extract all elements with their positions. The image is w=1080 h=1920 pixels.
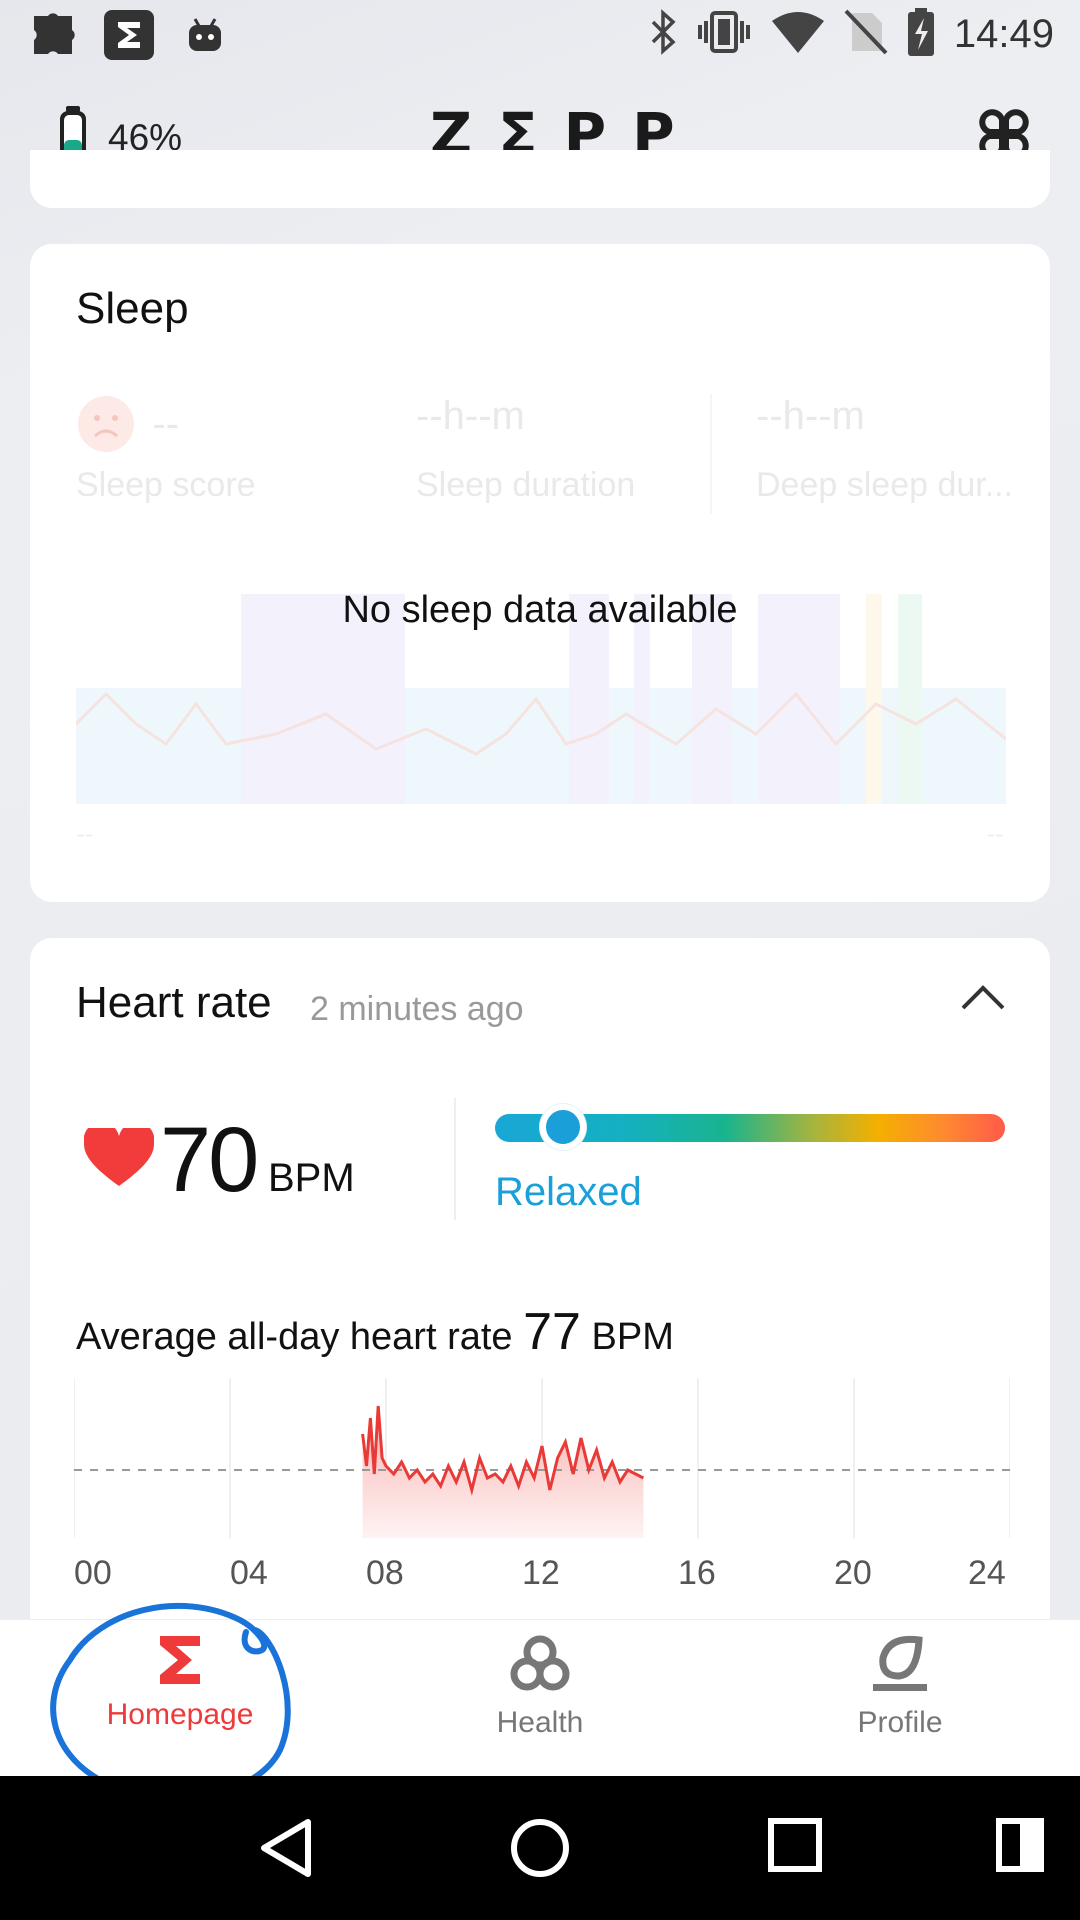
x-tick-12: 12: [522, 1554, 560, 1592]
system-navigation-bar: [0, 1776, 1080, 1920]
nav-health[interactable]: Health: [420, 1634, 660, 1740]
average-heart-rate-label: Average all-day heart rate: [76, 1316, 513, 1358]
clock: 14:49: [953, 11, 1054, 56]
heart-rate-zone-indicator: [540, 1104, 586, 1150]
status-bar: 14:49: [0, 0, 1080, 72]
vibrate-icon: [696, 9, 752, 59]
average-heart-rate-unit: BPM: [591, 1316, 674, 1358]
battery-charging-icon: [906, 8, 936, 60]
sleep-score-value: --: [152, 401, 180, 446]
health-knot-icon: [510, 1635, 570, 1691]
heart-rate-updated: 2 minutes ago: [310, 990, 524, 1028]
android-icon: [178, 10, 232, 60]
zepp-app-icon: [102, 10, 156, 60]
sleep-duration: --h--m Sleep duration: [416, 394, 635, 504]
heart-rate-zone-label: Relaxed: [495, 1170, 642, 1214]
sleep-score-label: Sleep score: [76, 466, 256, 504]
back-icon[interactable]: [258, 1818, 314, 1878]
no-sim-icon: [844, 9, 888, 59]
previous-card: [30, 150, 1050, 208]
sleep-duration-value: --h--m: [416, 394, 525, 438]
average-heart-rate-value: 77: [523, 1303, 581, 1361]
bluetooth-icon: [648, 9, 678, 59]
sad-face-icon: [78, 396, 134, 452]
x-tick-08: 08: [366, 1554, 404, 1592]
nav-profile[interactable]: Profile: [780, 1634, 1020, 1740]
puzzle-icon: [26, 10, 80, 60]
sleep-title: Sleep: [76, 284, 189, 333]
sleep-end-label: --: [986, 820, 1004, 848]
profile-icon: [873, 1635, 927, 1691]
deep-sleep-value: --h--m: [756, 394, 865, 438]
recents-icon[interactable]: [768, 1818, 822, 1872]
heart-rate-value: 70: [160, 1109, 259, 1211]
sleep-score: -- Sleep score: [76, 394, 256, 504]
sleep-start-label: --: [76, 820, 94, 848]
sleep-divider: [710, 394, 712, 514]
wifi-icon: [770, 9, 826, 59]
nav-profile-label: Profile: [857, 1706, 943, 1739]
x-tick-24: 24: [968, 1554, 1006, 1592]
heart-rate-card[interactable]: Heart rate 2 minutes ago 70 BPM Relaxed …: [30, 938, 1050, 1628]
heart-rate-chart[interactable]: [74, 1378, 1010, 1548]
sleep-card[interactable]: Sleep -- Sleep score --h--m Sleep durati…: [30, 244, 1050, 902]
x-tick-04: 04: [230, 1554, 268, 1592]
x-tick-00: 00: [74, 1554, 112, 1592]
sleep-duration-label: Sleep duration: [416, 466, 636, 504]
average-heart-rate: Average all-day heart rate 77 BPM: [76, 1302, 674, 1362]
heart-icon: [84, 1128, 154, 1186]
heart-rate-unit: BPM: [268, 1156, 355, 1200]
nav-health-label: Health: [496, 1706, 584, 1739]
split-screen-icon[interactable]: [996, 1818, 1044, 1872]
heart-rate-divider: [454, 1098, 456, 1220]
x-tick-16: 16: [678, 1554, 716, 1592]
x-tick-20: 20: [834, 1554, 872, 1592]
deep-sleep-label: Deep sleep dur...: [756, 466, 1014, 504]
chevron-up-icon[interactable]: [960, 982, 1006, 1012]
no-sleep-data-message: No sleep data available: [342, 589, 738, 631]
home-icon[interactable]: [510, 1818, 570, 1878]
heart-rate-title: Heart rate: [76, 978, 272, 1027]
deep-sleep: --h--m Deep sleep dur...: [756, 394, 1013, 504]
